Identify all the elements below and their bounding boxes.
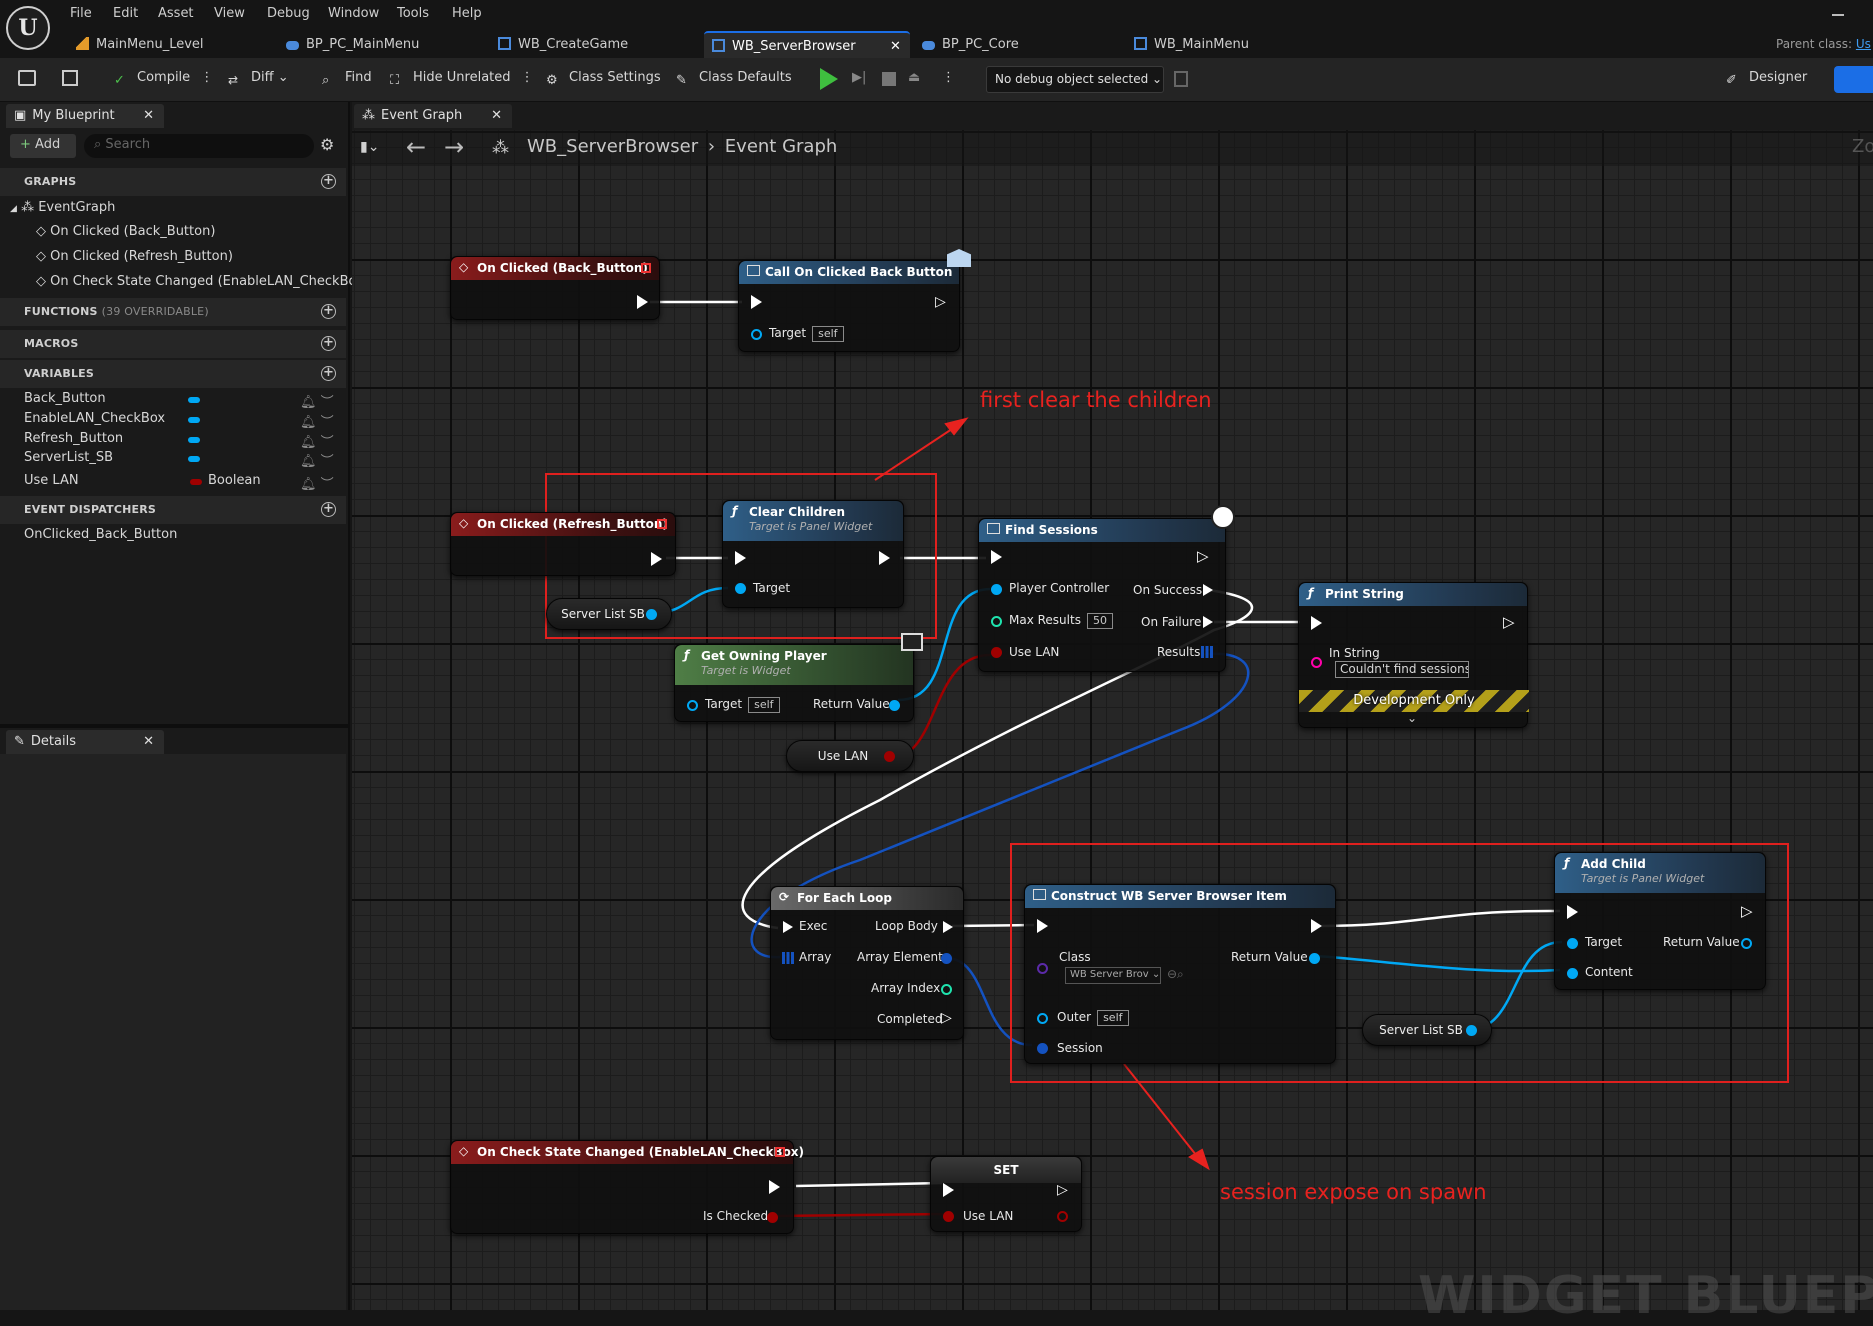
annotation-session-expose: session expose on spawn — [1220, 1180, 1487, 1204]
exec-in-pin[interactable] — [1567, 905, 1578, 919]
class-pin[interactable] — [1037, 963, 1048, 974]
exec-in-pin[interactable] — [751, 295, 762, 309]
is-checked-pin[interactable] — [767, 1212, 778, 1223]
exec-in-pin[interactable] — [1037, 919, 1048, 933]
exec-out-hollow-icon[interactable]: ▷ — [1197, 549, 1209, 564]
exec-in-pin[interactable] — [1311, 616, 1322, 630]
target-pin[interactable] — [735, 583, 746, 594]
outer-pin[interactable] — [1037, 1013, 1048, 1024]
annotation-clear-children: first clear the children — [980, 388, 1212, 412]
array-out-pin[interactable] — [1201, 646, 1213, 658]
delegate-pin-icon[interactable] — [775, 1147, 785, 1157]
function-icon: ƒ — [732, 504, 738, 518]
exec-out-hollow-icon[interactable]: ▷ — [1503, 615, 1515, 630]
loop-body-pin[interactable] — [943, 921, 953, 933]
use-lan-in-pin[interactable] — [943, 1211, 954, 1222]
target-self-value[interactable]: self — [812, 326, 844, 342]
on-success-pin[interactable] — [1203, 584, 1213, 596]
exec-out-hollow-icon: ▷ — [935, 294, 946, 310]
node-for-each-loop[interactable]: ⟳ For Each Loop Exec Array Loop Body Arra… — [770, 886, 964, 1040]
wires-layer — [650, 300, 1563, 1218]
exec-out-hollow-icon[interactable]: ▷ — [1057, 1183, 1068, 1197]
node-on-check-state-changed[interactable]: ◇ On Check State Changed (EnableLAN_Check… — [450, 1140, 804, 1234]
in-string-input[interactable]: Couldn't find sessions — [1335, 661, 1469, 678]
exec-out-pin[interactable] — [637, 295, 648, 309]
use-lan-out-pin[interactable] — [1057, 1211, 1068, 1222]
function-icon: ƒ — [1564, 856, 1570, 870]
in-string-pin[interactable] — [1311, 657, 1322, 668]
target-self-value[interactable]: self — [748, 697, 780, 713]
node-get-serverlist-sb-2[interactable]: Server List SB — [1362, 1014, 1492, 1046]
node-print-string[interactable]: ƒ Print String ▷ In String Couldn't find … — [1298, 582, 1529, 728]
bool-wire — [775, 1212, 949, 1218]
function-icon: ƒ — [684, 648, 690, 662]
use-lan-pin[interactable] — [991, 647, 1002, 658]
node-onclicked-back[interactable]: ◇ On Clicked (Back_Button) — [450, 256, 660, 320]
exec-out-pin[interactable] — [769, 1180, 780, 1194]
array-element-pin[interactable] — [941, 953, 952, 964]
player-controller-pin[interactable] — [991, 584, 1002, 595]
exec-in-pin[interactable] — [991, 550, 1002, 564]
node-get-owning-player[interactable]: ƒ Get Owning Player Target is Widget Targe… — [674, 633, 923, 722]
widget-blueprint-watermark: WIDGET BLUEPRI — [1418, 1266, 1873, 1326]
event-diamond-icon: ◇ — [459, 1144, 469, 1158]
call-icon — [1033, 889, 1046, 900]
exec-in-pin[interactable] — [783, 921, 793, 933]
node-find-sessions[interactable]: Find Sessions ▷ Player Controller Max Re… — [978, 505, 1235, 672]
development-only-label: Development Only — [1353, 693, 1475, 708]
completed-pin[interactable]: ▷ — [941, 1011, 952, 1025]
node-onclicked-refresh[interactable]: ◇ On Clicked (Refresh_Button) — [450, 512, 676, 576]
node-construct-widget[interactable]: Construct WB Server Browser Item Class W… — [1024, 884, 1336, 1064]
target-pin[interactable] — [687, 700, 698, 711]
exec-out-hollow-icon[interactable]: ▷ — [1741, 904, 1753, 919]
return-value-pin[interactable] — [889, 700, 900, 711]
return-value-pin[interactable] — [1309, 953, 1320, 964]
latent-clock-icon — [1211, 505, 1235, 529]
object-out-pin[interactable] — [1466, 1025, 1477, 1036]
array-index-pin[interactable] — [941, 984, 952, 995]
delegate-pin-icon[interactable] — [657, 519, 667, 529]
max-results-input[interactable]: 50 — [1086, 613, 1113, 629]
content-pin[interactable] — [1567, 968, 1578, 979]
call-icon — [987, 523, 1000, 534]
event-diamond-icon: ◇ — [459, 260, 469, 274]
exec-wire — [795, 1181, 943, 1188]
event-diamond-icon: ◇ — [459, 516, 469, 530]
array-in-pin[interactable] — [782, 952, 794, 964]
target-pin[interactable] — [1567, 938, 1578, 949]
target-pin[interactable] — [751, 329, 762, 340]
class-select[interactable]: WB Server Brov ⌄ — [1065, 967, 1161, 984]
function-icon: ƒ — [1308, 586, 1314, 600]
browse-class-icon[interactable]: ⊖⌕ — [1167, 967, 1184, 982]
node-call-back[interactable]: Call On Clicked Back Button ▷ Target self — [738, 249, 971, 352]
client-monitor-icon — [901, 633, 923, 651]
bool-out-pin[interactable] — [884, 751, 895, 762]
on-failure-pin[interactable] — [1203, 616, 1213, 628]
macro-loop-icon: ⟳ — [779, 890, 790, 904]
node-set-use-lan[interactable]: SET ▷ Use LAN — [930, 1156, 1082, 1232]
expand-chevron-icon[interactable]: ⌄ — [1407, 711, 1417, 725]
return-value-pin[interactable] — [1741, 938, 1752, 949]
outer-self-value[interactable]: self — [1097, 1010, 1129, 1026]
node-clear-children[interactable]: ƒ Clear Children Target is Panel Widget Ta… — [722, 500, 904, 608]
node-get-use-lan[interactable]: Use LAN — [786, 740, 914, 772]
exec-out-pin[interactable] — [879, 551, 890, 565]
object-out-pin[interactable] — [646, 609, 657, 620]
max-results-pin[interactable] — [991, 616, 1002, 627]
call-icon — [747, 265, 760, 276]
exec-out-pin[interactable] — [1311, 919, 1322, 933]
node-get-serverlist-sb[interactable]: Server List SB — [546, 598, 672, 630]
exec-in-pin[interactable] — [735, 551, 746, 565]
exec-in-pin[interactable] — [943, 1183, 954, 1197]
node-add-child[interactable]: ƒ Add Child Target is Panel Widget ▷ Targe… — [1554, 852, 1766, 990]
delegate-pin-icon[interactable] — [641, 263, 651, 273]
exec-out-pin[interactable] — [651, 552, 662, 566]
session-pin[interactable] — [1037, 1043, 1048, 1054]
